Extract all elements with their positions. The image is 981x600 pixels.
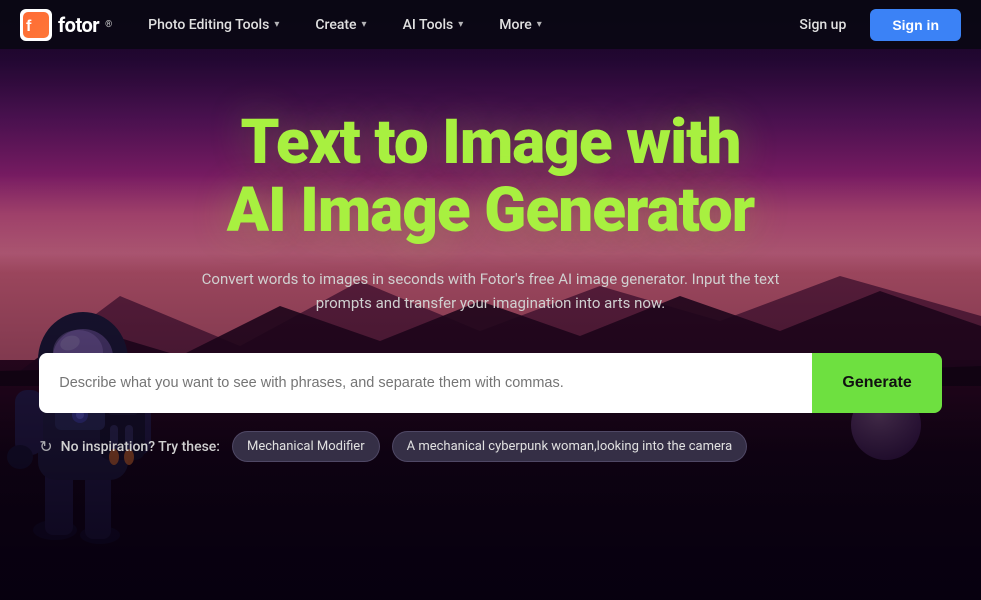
chevron-down-icon: ▾ [274,19,279,30]
svg-text:f: f [26,18,32,35]
nav-item-more[interactable]: More ▾ [481,0,560,49]
tag-pill-cyberpunk-woman[interactable]: A mechanical cyberpunk woman,looking int… [392,431,748,462]
inspiration-label: ↻ No inspiration? Try these: [39,437,220,456]
fotor-logo-icon: f [20,9,52,41]
logo-text: fotor [58,13,99,37]
search-input-wrap [39,353,812,413]
chevron-down-icon: ▾ [458,19,463,30]
signin-button[interactable]: Sign in [870,9,961,41]
logo-sup: ® [105,20,112,30]
refresh-icon: ↻ [39,437,52,456]
hero-title: Text to Image with AI Image Generator [227,109,755,245]
hero-subtitle: Convert words to images in seconds with … [181,267,801,315]
logo[interactable]: f fotor ® [20,9,112,41]
nav-item-create[interactable]: Create ▾ [297,0,384,49]
chevron-down-icon: ▾ [362,19,367,30]
inspiration-row: ↻ No inspiration? Try these: Mechanical … [39,431,942,462]
nav-items: Photo Editing Tools ▾ Create ▾ AI Tools … [130,0,787,49]
nav-item-ai-tools[interactable]: AI Tools ▾ [385,0,482,49]
generate-button[interactable]: Generate [812,353,941,413]
chevron-down-icon: ▾ [537,19,542,30]
nav-item-photo-editing[interactable]: Photo Editing Tools ▾ [130,0,297,49]
signup-button[interactable]: Sign up [787,11,858,39]
main-content: Text to Image with AI Image Generator Co… [0,49,981,600]
search-section: Generate [39,353,942,413]
tag-pill-mechanical-modifier[interactable]: Mechanical Modifier [232,431,380,462]
nav-auth: Sign up Sign in [787,9,961,41]
navbar: f fotor ® Photo Editing Tools ▾ Create ▾ … [0,0,981,49]
prompt-input[interactable] [39,353,812,413]
